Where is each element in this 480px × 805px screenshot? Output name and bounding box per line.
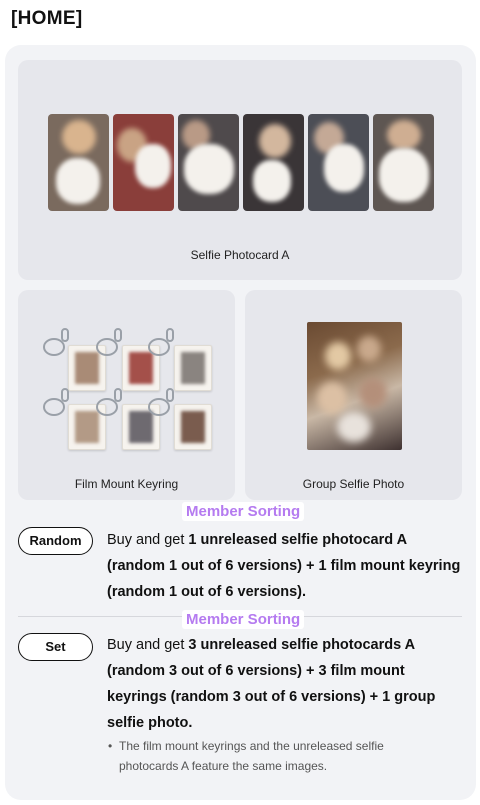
group-photo-image bbox=[307, 322, 402, 450]
photocard-image bbox=[178, 114, 239, 211]
random-option-description: Buy and get 1 unreleased selfie photocar… bbox=[107, 527, 462, 605]
keyring-clip-icon bbox=[61, 328, 69, 342]
keyring-clip-icon bbox=[114, 388, 122, 402]
keyring-clip-icon bbox=[166, 328, 174, 342]
keyring-caption: Film Mount Keyring bbox=[74, 477, 179, 491]
keyring-card: Film Mount Keyring bbox=[18, 290, 235, 500]
member-sorting-badge: Member Sorting bbox=[182, 502, 305, 521]
photocard-caption: Selfie Photocard A bbox=[190, 248, 290, 262]
keyring-clip-icon bbox=[166, 388, 174, 402]
photocard-image bbox=[308, 114, 369, 211]
photocard-card: Selfie Photocard A bbox=[18, 60, 462, 280]
set-option-description: Buy and get 3 unreleased selfie photocar… bbox=[107, 632, 462, 736]
keyring-clip-icon bbox=[114, 328, 122, 342]
product-info-panel: Selfie Photocard A Film Mount Keyring Gr… bbox=[5, 45, 476, 800]
random-option-button[interactable]: Random bbox=[18, 527, 93, 555]
group-photo-caption: Group Selfie Photo bbox=[302, 477, 405, 491]
member-sorting-badge: Member Sorting bbox=[182, 610, 305, 629]
photocard-image bbox=[243, 114, 304, 211]
page-title: [HOME] bbox=[11, 8, 83, 29]
photocard-image bbox=[48, 114, 109, 211]
set-option-button[interactable]: Set bbox=[18, 633, 93, 661]
photocard-image bbox=[373, 114, 434, 211]
note-bullet-icon: • bbox=[108, 739, 113, 753]
group-photo-card: Group Selfie Photo bbox=[245, 290, 462, 500]
option-text-prefix: Buy and get bbox=[107, 637, 189, 653]
keyring-clip-icon bbox=[61, 388, 69, 402]
keyring-image bbox=[174, 345, 212, 391]
option-text-prefix: Buy and get bbox=[107, 532, 189, 548]
keyring-image bbox=[174, 404, 212, 450]
note-text: The film mount keyrings and the unreleas… bbox=[119, 739, 384, 773]
photocard-image bbox=[113, 114, 174, 211]
